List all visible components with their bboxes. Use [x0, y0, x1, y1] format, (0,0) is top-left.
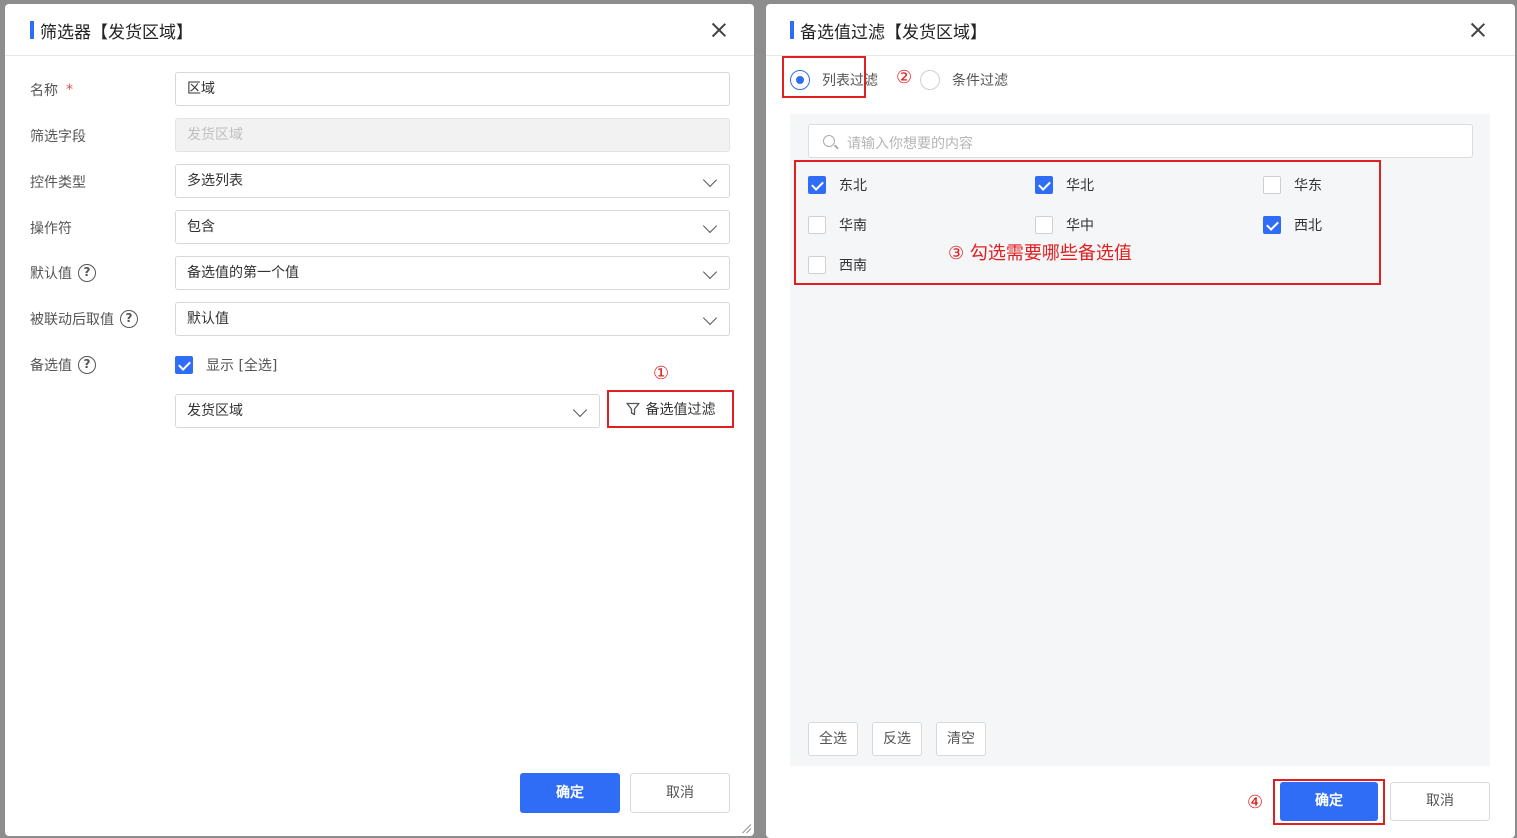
clear-button[interactable]: 清空 — [936, 722, 986, 756]
confirm-button[interactable]: 确定 — [520, 773, 620, 813]
filter-dialog-header: 筛选器【发货区域】 — [5, 4, 754, 56]
operator-value: 包含 — [187, 219, 215, 235]
invert-selection-button[interactable]: 反选 — [872, 722, 922, 756]
help-icon[interactable]: ? — [78, 356, 96, 374]
radio-condition-filter-label: 条件过滤 — [952, 73, 1008, 89]
chevron-down-icon — [572, 402, 588, 418]
filter-field-label: 筛选字段 — [30, 129, 86, 145]
default-value-select[interactable]: 备选值的第一个值 — [175, 256, 730, 290]
select-all-button[interactable]: 全选 — [808, 722, 858, 756]
show-all-label: 显示 [全选] — [206, 358, 278, 374]
required-mark: * — [66, 82, 73, 98]
operator-select[interactable]: 包含 — [175, 210, 730, 244]
chevron-down-icon — [702, 172, 718, 188]
help-icon[interactable]: ? — [120, 310, 138, 328]
chevron-down-icon — [702, 310, 718, 326]
show-all-toggle[interactable]: 显示 [全选] — [175, 355, 277, 375]
option-filter-dialog: 备选值过滤【发货区域】 列表过滤 ② 条件过滤 请输入你想要的内容 东北 华北 … — [766, 4, 1515, 838]
options-source-select[interactable]: 发货区域 — [175, 394, 600, 428]
linked-value-label-text: 被联动后取值 — [30, 312, 114, 328]
chevron-down-icon — [702, 264, 718, 280]
name-label: 名称 * — [30, 80, 73, 100]
filter-dialog: 筛选器【发货区域】 名称 * 区域 筛选字段 发货区域 控件类型 多选列表 操作符… — [5, 4, 754, 836]
cancel-button[interactable]: 取消 — [630, 773, 730, 813]
options-label: 备选值 ? — [30, 355, 96, 375]
chevron-down-icon — [702, 218, 718, 234]
search-placeholder: 请输入你想要的内容 — [847, 136, 973, 152]
close-icon[interactable] — [709, 20, 729, 40]
control-type-label: 控件类型 — [30, 175, 86, 191]
step-marker-4: ④ — [1247, 792, 1264, 813]
radio-list-filter-label: 列表过滤 — [822, 73, 878, 89]
control-type-select[interactable]: 多选列表 — [175, 164, 730, 198]
radio-button-checked[interactable] — [790, 70, 810, 90]
radio-button-unchecked[interactable] — [920, 70, 940, 90]
name-input[interactable]: 区域 — [175, 72, 730, 106]
linked-value-select[interactable]: 默认值 — [175, 302, 730, 336]
step-marker-2: ② — [896, 67, 913, 88]
default-value-label: 默认值 ? — [30, 263, 96, 283]
funnel-icon — [625, 402, 640, 416]
default-value-label-text: 默认值 — [30, 266, 72, 282]
title-accent-bar — [790, 21, 794, 39]
radio-condition-filter[interactable]: 条件过滤 — [920, 70, 1008, 90]
option-filter-dialog-title: 备选值过滤【发货区域】 — [800, 23, 987, 43]
close-icon[interactable] — [1468, 20, 1488, 40]
filter-dialog-title: 筛选器【发货区域】 — [40, 23, 193, 43]
resize-handle[interactable] — [741, 823, 751, 833]
option-filter-dialog-header: 备选值过滤【发货区域】 — [766, 4, 1515, 56]
cancel-button[interactable]: 取消 — [1390, 782, 1490, 821]
title-accent-bar — [30, 21, 34, 39]
show-all-checkbox[interactable] — [175, 356, 193, 374]
linked-value-value: 默认值 — [187, 311, 229, 327]
option-filter-label: 备选值过滤 — [645, 402, 716, 418]
operator-label: 操作符 — [30, 221, 72, 237]
confirm-button[interactable]: 确定 — [1280, 782, 1378, 821]
radio-list-filter[interactable]: 列表过滤 — [790, 70, 878, 90]
search-input[interactable]: 请输入你想要的内容 — [808, 124, 1473, 158]
default-value-value: 备选值的第一个值 — [187, 265, 299, 281]
control-type-value: 多选列表 — [187, 173, 243, 189]
filter-field-input: 发货区域 — [175, 118, 730, 152]
help-icon[interactable]: ? — [78, 264, 96, 282]
highlight-box-options — [794, 160, 1381, 285]
linked-value-label: 被联动后取值 ? — [30, 309, 138, 329]
options-source-value: 发货区域 — [187, 403, 243, 419]
option-filter-button[interactable]: 备选值过滤 — [607, 390, 734, 428]
name-label-text: 名称 — [30, 83, 58, 99]
step-marker-1: ① — [653, 363, 670, 384]
options-label-text: 备选值 — [30, 358, 72, 374]
option-list-panel: 请输入你想要的内容 东北 华北 华东 华南 华中 西北 西南 ③ 勾选需要哪些备… — [790, 114, 1490, 766]
search-icon — [823, 135, 835, 147]
